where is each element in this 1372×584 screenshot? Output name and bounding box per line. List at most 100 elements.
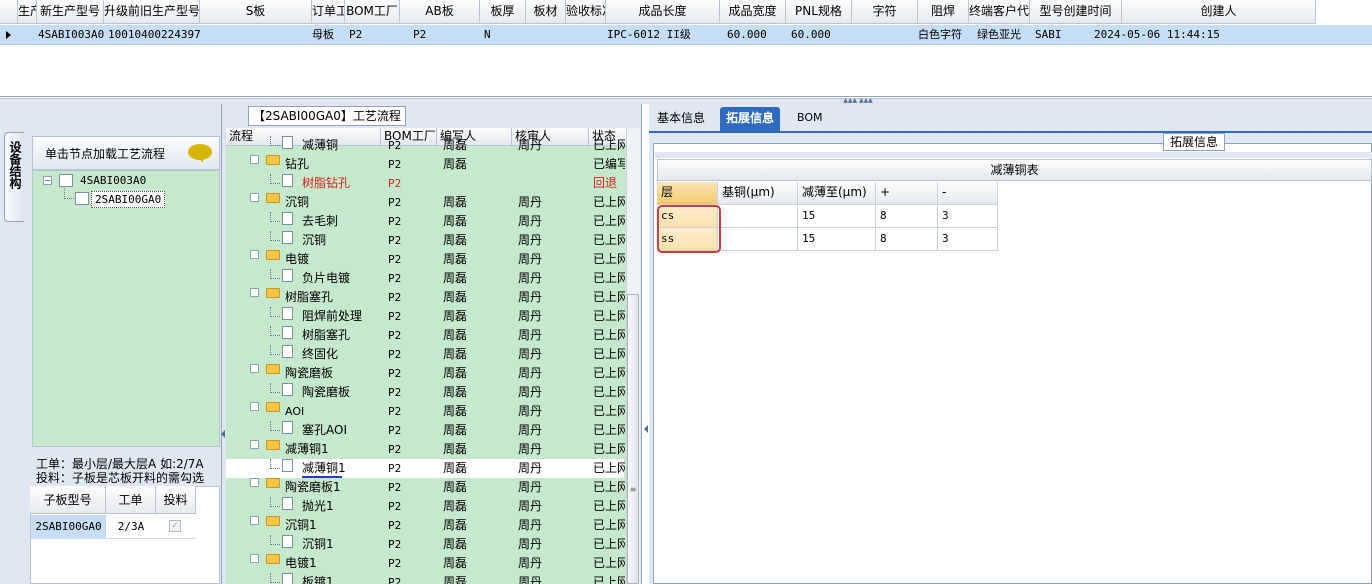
flow-step-row[interactable]: 阻焊前处理 P2 周磊 周丹 已上网 [226,307,625,326]
flow-group-row[interactable]: − 减薄铜1 P2 周磊 周丹 已上网 [226,440,625,459]
flow-step-row[interactable]: 减薄铜 P2 周磊 周丹 已上网 [226,136,625,155]
ext-table-cell[interactable]: 8 [876,205,938,228]
flow-group-row[interactable]: − 沉铜 P2 周磊 周丹 已上网 [226,193,625,212]
flow-group-row[interactable]: − 钻孔 P2 周磊 已编写 [226,155,625,174]
grid-cell[interactable]: IPC-6012 II级 [607,25,691,45]
tree-collapse-icon[interactable]: − [250,193,259,202]
ext-table-cell[interactable]: 3 [938,228,998,251]
column-header[interactable]: 字符 [852,0,918,24]
column-header[interactable]: 阻焊 [918,0,969,24]
step-bom: P2 [388,519,402,532]
tree-collapse-icon[interactable]: − [250,440,259,449]
column-header[interactable]: S板 [200,0,312,24]
grid-cell[interactable]: P2 [349,25,362,45]
tree-collapse-icon[interactable]: − [250,516,259,525]
sub-cell-board[interactable]: 2SABI00GA0 [31,515,106,539]
step-bom: P2 [388,424,402,437]
grid-cell[interactable]: P2 [413,25,426,45]
tree-connector [270,174,280,184]
flow-step-row[interactable]: 沉铜 P2 周磊 周丹 已上网 [226,231,625,250]
flow-step-row[interactable]: 板镀1 P2 周磊 周丹 已上网 [226,573,625,584]
flow-step-row[interactable]: 负片电镀 P2 周磊 周丹 已上网 [226,269,625,288]
column-header[interactable]: AB板 [400,0,480,24]
grid-cell[interactable]: N [484,25,491,45]
step-name: 减薄铜 [302,138,339,152]
flow-step-row[interactable]: 树脂塞孔 P2 周磊 周丹 已上网 [226,326,625,345]
flow-step-row[interactable]: 去毛刺 P2 周磊 周丹 已上网 [226,212,625,231]
flow-step-row[interactable]: 塞孔AOI P2 周磊 周丹 已上网 [226,421,625,440]
tab-basic-info[interactable]: 基本信息 [651,107,711,131]
tab-bom[interactable]: BOM [791,107,829,131]
flow-group-row[interactable]: − 陶瓷磨板 P2 周磊 周丹 已上网 [226,364,625,383]
ext-table-cell[interactable] [718,228,798,251]
tree-collapse-icon[interactable]: − [250,364,259,373]
flow-group-row[interactable]: − 陶瓷磨板1 P2 周磊 周丹 已上网 [226,478,625,497]
column-header[interactable]: 成品长度 [606,0,720,24]
column-header[interactable]: 新生产型号 [37,0,104,24]
grid-cell[interactable]: SABI [1035,25,1062,45]
grid-cell[interactable]: 60.000 [727,25,767,45]
column-header[interactable]: 生产型号 [18,0,37,24]
ext-table-cell[interactable]: 15 [798,228,876,251]
grid-cell[interactable]: 4SABI003A0 [38,25,104,45]
flow-step-row[interactable]: 陶瓷磨板 P2 周磊 周丹 已上网 [226,383,625,402]
column-header[interactable]: 型号创建时间 [1030,0,1122,24]
step-reviewer: 周丹 [518,252,543,266]
column-header[interactable]: 升级前旧生产型号 [104,0,200,24]
flow-group-row[interactable]: − 沉铜1 P2 周磊 周丹 已上网 [226,516,625,535]
tree-child-node[interactable]: 2SABI00GA0 [91,191,166,208]
grid-cell[interactable]: 母板 [312,25,334,45]
vertical-tab-device-structure[interactable]: 设备结构 [4,132,24,222]
tree-root-node[interactable]: 4SABI003A0 [80,174,146,187]
column-header[interactable]: 终端客户代码 [969,0,1030,24]
column-header[interactable]: 板厚 [480,0,526,24]
grid-cell[interactable]: 2024-05-06 11:44:15 [1094,25,1220,45]
column-header[interactable]: 验收标准 [566,0,606,24]
tree-area [32,170,220,447]
scrollbar-thumb[interactable] [627,294,639,584]
flow-group-row[interactable]: − 电镀1 P2 周磊 周丹 已上网 [226,554,625,573]
grid-cell[interactable]: 绿色亚光 [977,25,1021,45]
column-header[interactable]: 成品宽度 [720,0,786,24]
grid-cell[interactable]: 10010400224397 [108,25,201,45]
flow-step-row[interactable]: 减薄铜1 P2 周磊 周丹 已上网 [226,459,625,478]
ext-table-cell[interactable] [718,205,798,228]
tree-connector [270,307,280,317]
tree-collapse-icon[interactable]: − [43,176,52,185]
flow-step-row[interactable]: 树脂钻孔 P2 回退 [226,174,624,193]
sub-cell-order[interactable]: 2/3A [106,515,156,539]
column-header[interactable]: 订单工厂 [312,0,345,24]
column-header[interactable]: BOM工厂 [345,0,400,24]
flow-group-row[interactable]: − 树脂塞孔 P2 周磊 周丹 已上网 [226,288,625,307]
step-status: 已上网 [593,442,625,456]
ext-table-cell[interactable]: 3 [938,205,998,228]
tree-collapse-icon[interactable]: − [250,250,259,259]
step-bom: P2 [388,253,402,266]
flow-group-row[interactable]: − AOI P2 周磊 周丹 已上网 [226,402,625,421]
tree-collapse-icon[interactable]: − [250,155,259,164]
feed-checkbox[interactable]: ✓ [169,520,181,532]
step-writer: 周磊 [443,290,468,304]
tree-collapse-icon[interactable]: − [250,554,259,563]
column-header[interactable]: PNL规格 [786,0,852,24]
tree-collapse-icon[interactable]: − [250,402,259,411]
step-bom: P2 [388,538,402,551]
ext-table-cell[interactable]: 15 [798,205,876,228]
grid-cell[interactable]: 60.000 [791,25,831,45]
column-header[interactable]: 创建人 [1122,0,1316,24]
flow-group-row[interactable]: − 电镀 P2 周磊 周丹 已上网 [226,250,625,269]
flow-step-row[interactable]: 抛光1 P2 周磊 周丹 已上网 [226,497,625,516]
tree-connector [270,269,280,279]
flow-step-row[interactable]: 沉铜1 P2 周磊 周丹 已上网 [226,535,625,554]
tree-collapse-icon[interactable]: − [250,288,259,297]
tree-node-icon [75,192,89,205]
step-writer: 周磊 [443,442,468,456]
tab-extended-info[interactable]: 拓展信息 [720,107,781,131]
ext-table-cell[interactable]: 8 [876,228,938,251]
flow-step-row[interactable]: 终固化 P2 周磊 周丹 已上网 [226,345,625,364]
column-header[interactable]: 板材 [526,0,566,24]
step-reviewer: 周丹 [518,309,543,323]
step-bom: P2 [388,462,402,475]
grid-cell[interactable]: 白色字符 [918,25,962,45]
tree-collapse-icon[interactable]: − [250,478,259,487]
